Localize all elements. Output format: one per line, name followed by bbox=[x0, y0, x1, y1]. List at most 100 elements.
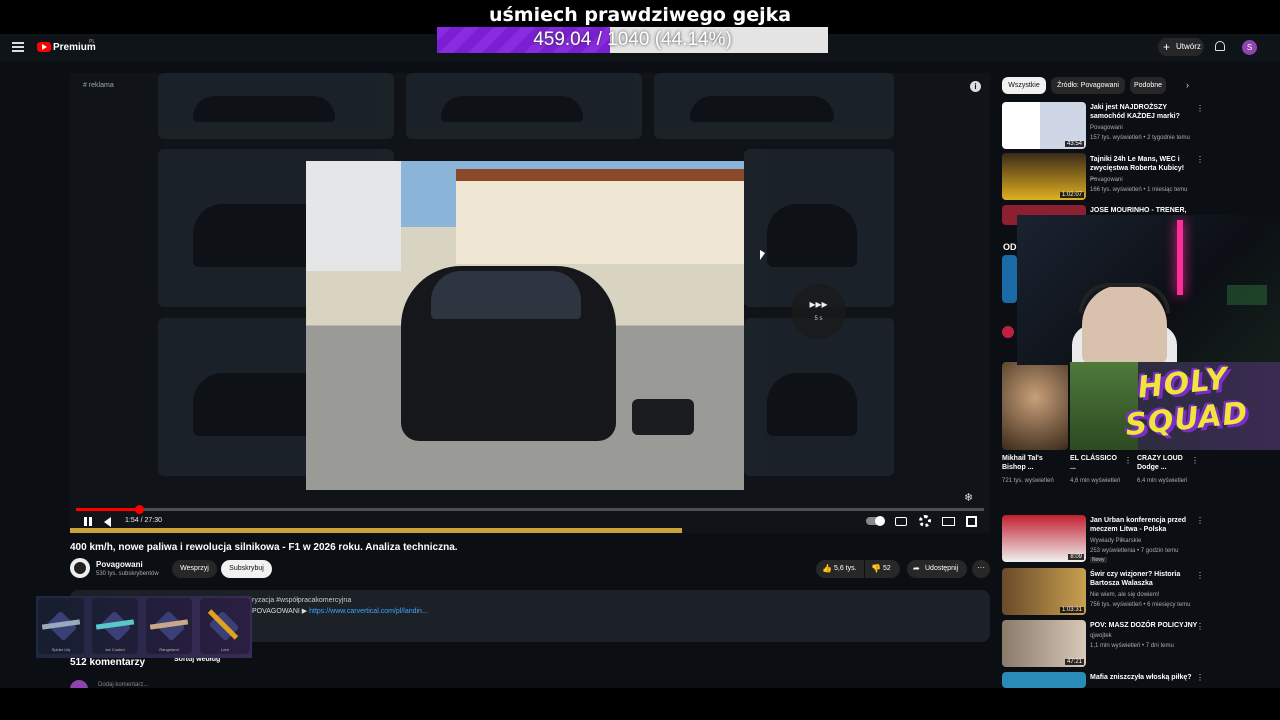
progress-bar[interactable] bbox=[76, 505, 984, 514]
video-player[interactable]: # reklama i ▸▸▸ 5 s ❄ 1:54 / 27:30 bbox=[70, 73, 990, 533]
pause-icon[interactable] bbox=[84, 517, 92, 526]
new-badge: Nowy bbox=[1090, 557, 1107, 563]
video-thumbnail[interactable]: 1:02:07 bbox=[1002, 153, 1086, 200]
bottom-letterbox bbox=[0, 688, 1280, 720]
skin-card: Ice Coaled bbox=[92, 598, 138, 654]
short-title[interactable]: CRAZY LOUD Dodge ... bbox=[1137, 454, 1189, 472]
autoplay-toggle[interactable] bbox=[866, 516, 885, 526]
more-actions-button[interactable]: ··· bbox=[972, 560, 990, 578]
chevron-right-icon[interactable]: › bbox=[1186, 80, 1189, 90]
theater-icon[interactable] bbox=[942, 517, 955, 526]
info-icon[interactable]: i bbox=[970, 81, 981, 92]
thumbs-down-icon: 👎 bbox=[871, 564, 881, 573]
video-thumbnail[interactable] bbox=[1002, 672, 1086, 688]
skin-name: Ice Coaled bbox=[105, 647, 125, 652]
more-options-icon[interactable]: ⋮ bbox=[1196, 571, 1204, 580]
video-thumbnail[interactable]: 43:54 bbox=[1002, 102, 1086, 149]
short-meta: 721 tys. wyświetleń bbox=[1002, 478, 1054, 484]
skin-card: Rangeland bbox=[146, 598, 192, 654]
like-button[interactable]: 👍 5,6 tys. bbox=[816, 560, 864, 578]
region-label: PL bbox=[89, 39, 96, 45]
video-title[interactable]: Świr czy wizjoner? Historia Bartosza Wal… bbox=[1090, 570, 1190, 588]
description-prefix: PO​VAGOWANI ▶ bbox=[252, 608, 310, 615]
video-channel[interactable]: Povagowani bbox=[1090, 124, 1123, 132]
more-options-icon[interactable]: ⋮ bbox=[1196, 622, 1204, 631]
subscribe-button[interactable]: Subskrybuj bbox=[221, 560, 272, 578]
short-title[interactable]: EL CLÁSSICO ... bbox=[1070, 454, 1122, 472]
fullscreen-icon[interactable] bbox=[966, 516, 977, 527]
video-channel[interactable]: Wywiady Piłkarskie bbox=[1090, 537, 1141, 545]
video-duration: 1:02:07 bbox=[1059, 192, 1084, 198]
video-meta: 756 tys. wyświetleń • 6 miesięcy temu bbox=[1090, 602, 1191, 608]
knife-icon bbox=[207, 609, 239, 640]
video-thumbnail[interactable]: 47:21 bbox=[1002, 620, 1086, 667]
more-options-icon[interactable]: ⋮ bbox=[1196, 516, 1204, 525]
channel-avatar[interactable] bbox=[70, 558, 90, 578]
video-meta: 1,1 mln wyświetleń • 7 dni temu bbox=[1090, 643, 1174, 649]
plus-icon: + bbox=[1163, 40, 1171, 54]
live-indicator bbox=[1002, 326, 1014, 338]
filter-chips: Wszystkie Źródło: Povagowani Podobne bbox=[1002, 77, 1272, 95]
more-options-icon[interactable]: ⋮ bbox=[1196, 104, 1204, 113]
chip-similar[interactable]: Podobne bbox=[1130, 77, 1166, 94]
description-link[interactable]: https://www.carvertical.com/pl/landin... bbox=[309, 608, 428, 615]
progress-played bbox=[76, 508, 139, 511]
time-readout: 1:54 / 27:30 bbox=[125, 517, 162, 524]
mouse-cursor-icon bbox=[760, 250, 765, 260]
youtube-logo-icon[interactable] bbox=[37, 42, 51, 52]
video-title[interactable]: Jan Urban konferencja przed meczem Litwa… bbox=[1090, 516, 1200, 534]
video-title[interactable]: Jaki jest NAJDROŻSZY samochód KAŻDEJ mar… bbox=[1090, 103, 1190, 121]
video-duration: 47:21 bbox=[1064, 659, 1084, 665]
video-thumbnail[interactable] bbox=[1002, 255, 1017, 303]
rifle-icon bbox=[95, 619, 135, 630]
dislike-button[interactable]: 👎 52 bbox=[865, 560, 900, 578]
support-button[interactable]: Wesprzyj bbox=[172, 560, 217, 578]
chip-all[interactable]: Wszystkie bbox=[1002, 77, 1046, 94]
video-title[interactable]: POV: MASZ DOZÓR POLICYJNY bbox=[1090, 621, 1200, 630]
ad-background-tile bbox=[158, 73, 394, 139]
subtitles-icon[interactable] bbox=[895, 517, 907, 526]
short-title[interactable]: Mikhail Tal's Bishop ... bbox=[1002, 454, 1062, 472]
video-channel[interactable]: Povagowani bbox=[1090, 176, 1123, 184]
description-line: ryzacja #współpracakomercyjna bbox=[252, 597, 352, 604]
video-duration: 1:03:31 bbox=[1059, 607, 1084, 613]
stream-screen: Premium PL + Utwórz S # reklama i ▸▸▸ 5 s… bbox=[0, 0, 1280, 720]
skin-name: Lore bbox=[220, 647, 229, 652]
skin-card: Spider Lily bbox=[38, 598, 84, 654]
rifle-icon bbox=[41, 619, 81, 630]
bell-icon[interactable] bbox=[1215, 41, 1225, 51]
more-options-icon[interactable]: ⋮ bbox=[1124, 456, 1132, 465]
goal-separator: / bbox=[591, 29, 608, 50]
video-title: 400 km/h, nowe paliwa i rewolucja silnik… bbox=[70, 542, 458, 553]
video-thumbnail[interactable]: 8:09 bbox=[1002, 515, 1086, 562]
more-options-icon[interactable]: ⋮ bbox=[1196, 673, 1204, 682]
goal-target: 1040 (44.14%) bbox=[607, 29, 732, 50]
volume-icon[interactable] bbox=[104, 517, 111, 527]
share-label: Udostępnij bbox=[925, 565, 959, 572]
video-thumbnail[interactable]: 1:03:31 bbox=[1002, 568, 1086, 615]
account-avatar[interactable]: S bbox=[1242, 40, 1257, 55]
short-thumbnail[interactable] bbox=[1002, 362, 1068, 450]
video-meta: 157 tys. wyświetleń • 2 tygodnie temu bbox=[1090, 135, 1190, 141]
short-meta: 4,6 mln wyświetleń bbox=[1070, 478, 1121, 484]
ad-progress-bar bbox=[70, 528, 682, 533]
channel-name[interactable]: Povagowani bbox=[96, 560, 143, 569]
hamburger-menu-icon[interactable] bbox=[12, 42, 24, 52]
skin-name: Rangeland bbox=[159, 647, 179, 652]
progress-scrubber[interactable] bbox=[134, 505, 144, 514]
rifle-icon bbox=[149, 619, 189, 630]
video-title[interactable]: Mafia zniszczyła włoską piłkę? bbox=[1090, 673, 1200, 682]
video-channel[interactable]: qjwojtek bbox=[1090, 632, 1112, 640]
settings-gear-icon[interactable] bbox=[919, 515, 931, 527]
video-duration: 8:09 bbox=[1068, 554, 1084, 560]
create-button[interactable]: + Utwórz bbox=[1158, 38, 1204, 56]
video-channel[interactable]: Nie wiem, ale się dowiem! bbox=[1090, 591, 1159, 599]
video-title[interactable]: JOSE MOURINHO - TRENER, bbox=[1090, 206, 1200, 215]
ad-photo-damaged-car bbox=[306, 161, 744, 490]
more-options-icon[interactable]: ⋮ bbox=[1196, 155, 1204, 164]
share-button[interactable]: ➦ Udostępnij bbox=[907, 560, 967, 578]
chip-source[interactable]: Źródło: Povagowani bbox=[1051, 77, 1125, 94]
skip-ad-button[interactable]: ▸▸▸ 5 s bbox=[791, 284, 846, 339]
more-options-icon[interactable]: ⋮ bbox=[1191, 456, 1199, 465]
snowflake-icon: ❄ bbox=[964, 492, 974, 504]
